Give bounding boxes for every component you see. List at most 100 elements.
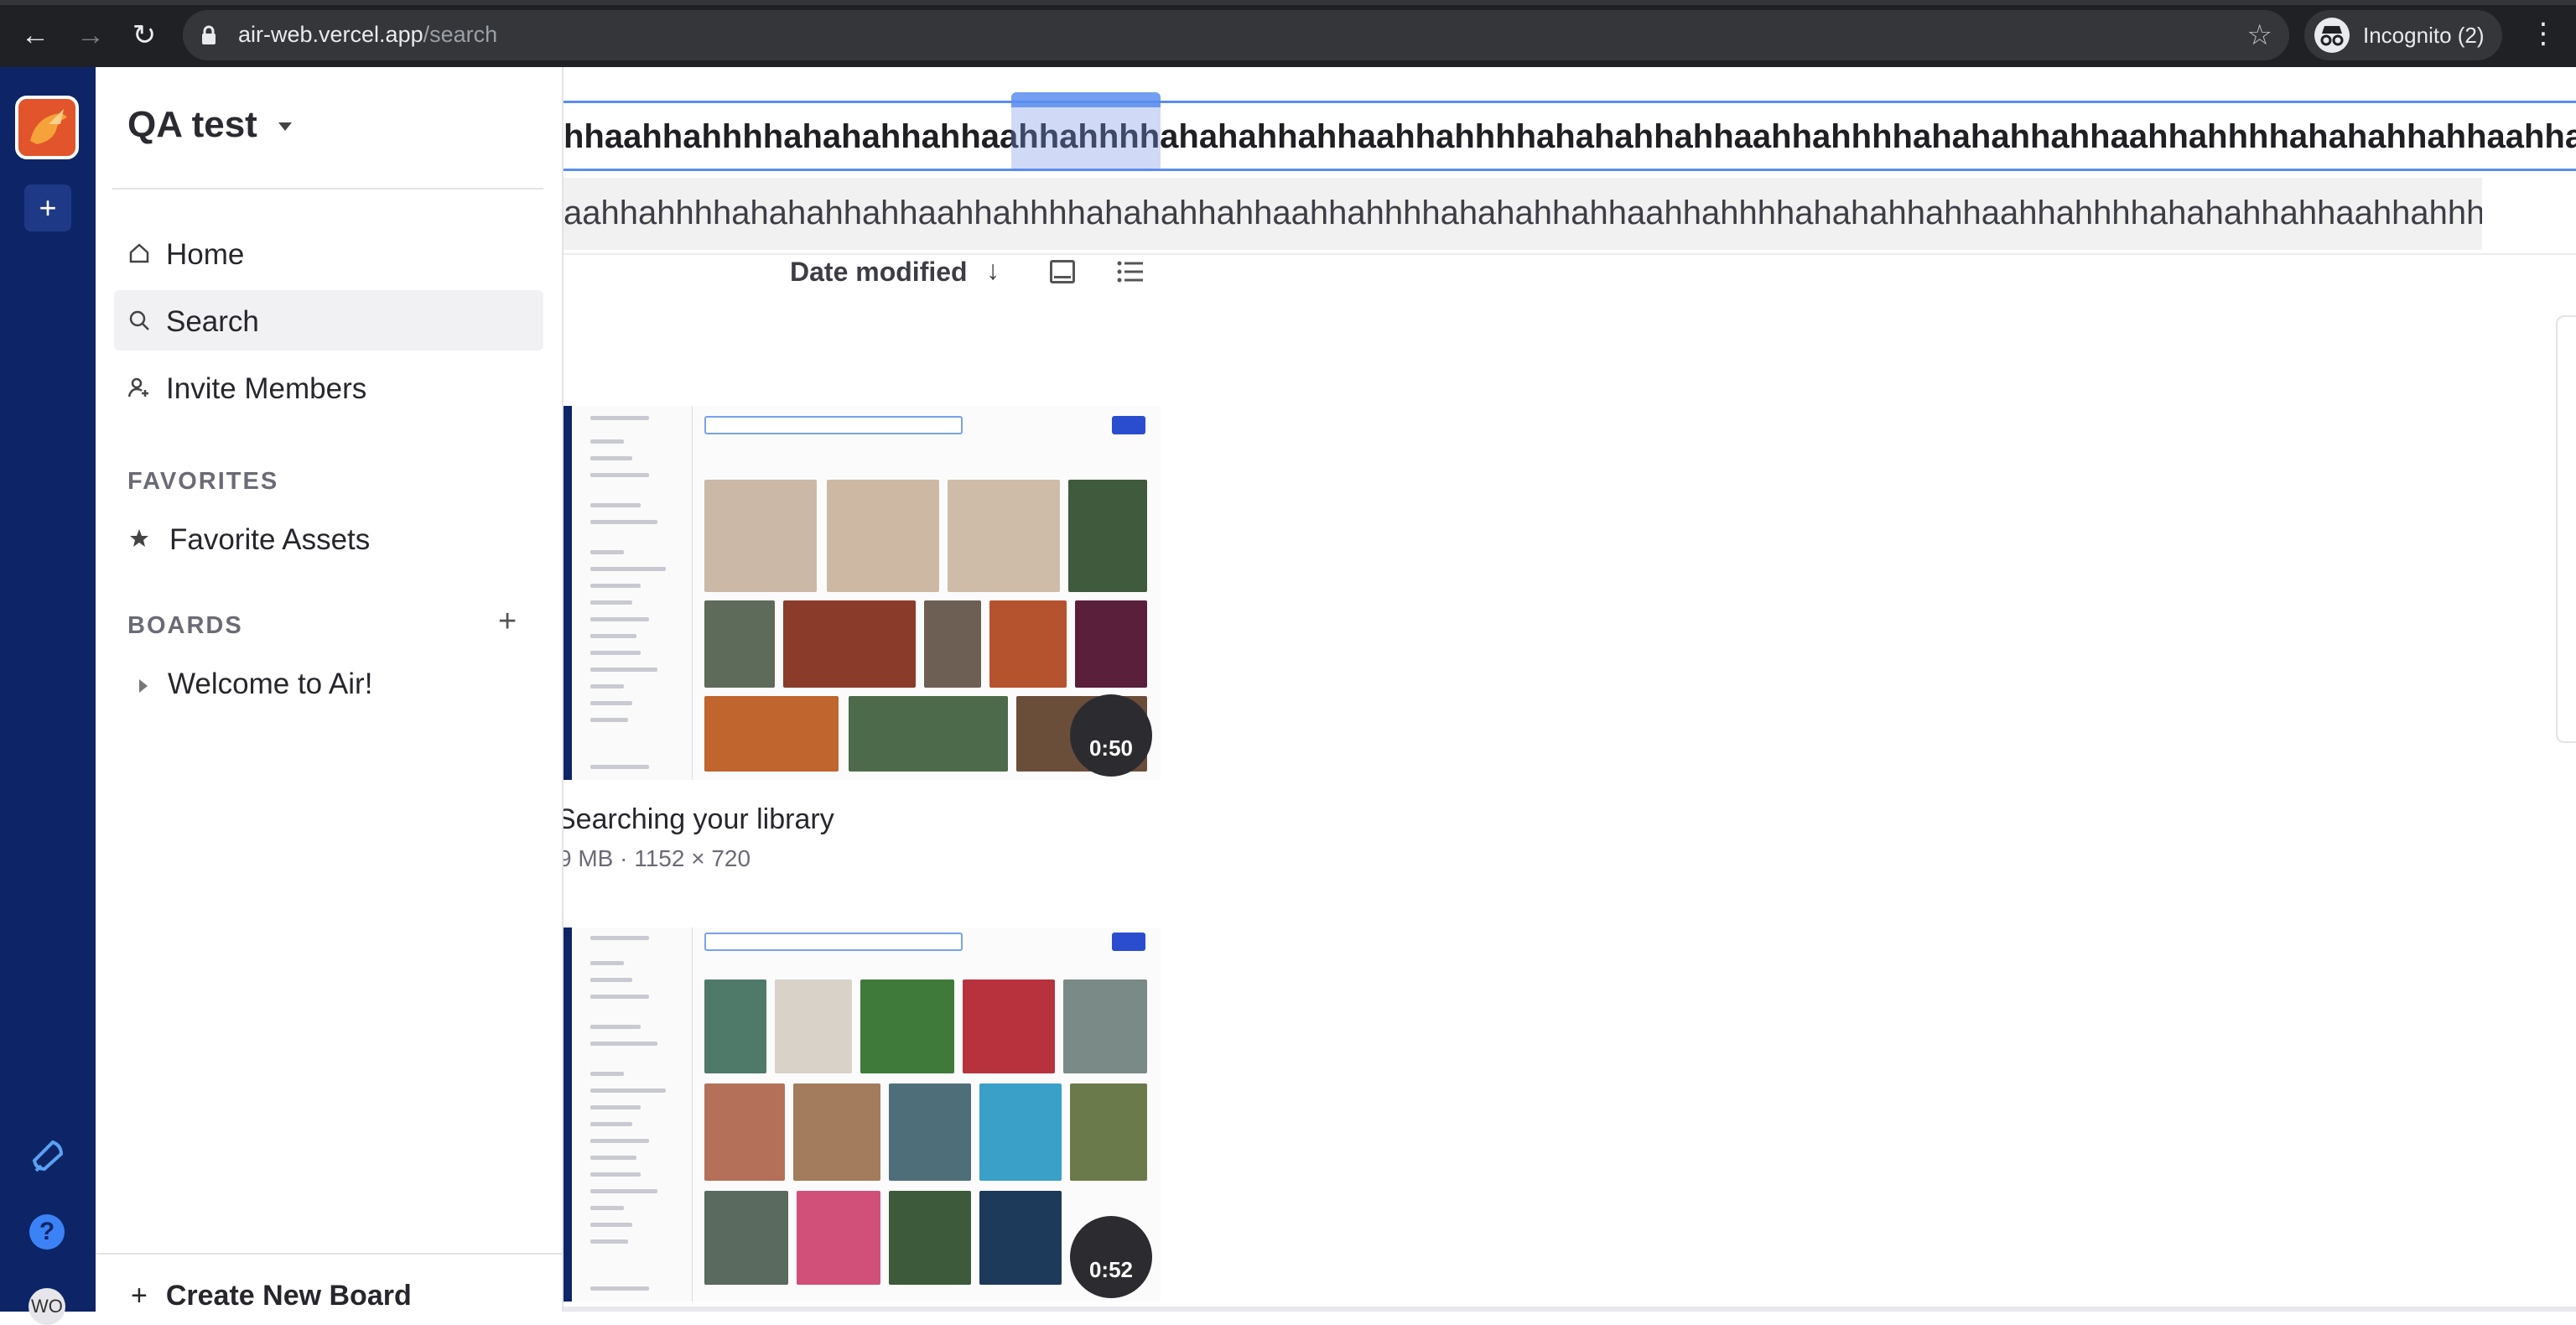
bookmark-star-icon[interactable]: ☆: [2247, 18, 2272, 52]
add-user-icon: [127, 377, 148, 398]
thumb-line: [590, 1105, 641, 1109]
asset-meta: 9 MB · 1152 × 720: [564, 845, 751, 871]
thumb-line: [590, 1206, 624, 1210]
thumb-line: [590, 1172, 641, 1177]
sidebar-item-label: Search: [166, 305, 259, 338]
sidebar-item-invite-members[interactable]: Invite Members: [114, 357, 543, 418]
duration-badge: 0:50: [1070, 694, 1152, 777]
incognito-label: Incognito (2): [2363, 23, 2485, 48]
horizontal-scrollbar[interactable]: [564, 1307, 2576, 1312]
divider: [96, 1253, 562, 1255]
add-board-icon[interactable]: +: [498, 604, 517, 640]
sort-dropdown[interactable]: Date modified: [790, 257, 968, 288]
thumb-line: [590, 765, 649, 769]
thumb-line: [590, 718, 628, 722]
thumbnail-search: [704, 933, 963, 951]
thumb-line: [590, 617, 649, 621]
thumb-tile: [948, 480, 1060, 592]
incognito-icon: [2314, 18, 2350, 53]
sidebar-item-label: Invite Members: [166, 372, 367, 405]
thumb-line: [590, 634, 636, 638]
thumb-line: [590, 1139, 649, 1143]
thumb-tile: [860, 979, 954, 1073]
search-query-text: hhaahhahhhhahahahhahhaahhahhhhahahahhahh…: [564, 118, 2576, 155]
asset-thumbnail[interactable]: 0:50: [564, 406, 1161, 780]
forward-button[interactable]: →: [72, 17, 109, 54]
thumb-tile: [1063, 979, 1147, 1073]
thumb-tile: [849, 696, 1008, 772]
plus-icon: +: [131, 1280, 148, 1312]
thumb-line: [590, 1122, 632, 1126]
thumb-line: [590, 1223, 632, 1227]
thumb-tile: [979, 1083, 1062, 1181]
create-board-label: Create New Board: [165, 1280, 412, 1312]
thumb-line: [590, 1239, 628, 1244]
thumb-line: [590, 456, 632, 460]
thumb-tile: [889, 1191, 971, 1285]
lock-icon: [202, 25, 216, 44]
thumb-tile: [889, 1083, 971, 1181]
thumb-line: [590, 439, 624, 444]
thumb-tile: [775, 979, 852, 1073]
divider: [112, 188, 543, 190]
incognito-profile-button[interactable]: Incognito (2): [2304, 10, 2502, 60]
announcements-icon[interactable]: [28, 1135, 66, 1174]
help-icon[interactable]: ?: [29, 1214, 65, 1250]
boards-header: BOARDS: [127, 612, 243, 639]
thumb-line: [590, 1042, 657, 1046]
thumb-line: [590, 961, 624, 965]
text-selection: [1011, 103, 1161, 169]
thumb-tile: [704, 600, 775, 688]
thumbnail-rail: [564, 406, 572, 780]
chevron-down-icon[interactable]: [278, 122, 292, 131]
sidebar-item-favorite-assets[interactable]: Favorite Assets: [114, 508, 543, 569]
back-button[interactable]: ←: [17, 17, 54, 54]
url-text: air-web.vercel.app/search: [238, 22, 498, 47]
thumb-line: [590, 1089, 666, 1093]
board-label: Welcome to Air!: [168, 668, 373, 700]
search-input[interactable]: hhaahhahhhhahahahhahhaahhahhhhahahahhahh…: [564, 101, 2576, 171]
thumb-tile: [704, 1083, 785, 1181]
workspace-name[interactable]: QA test: [127, 104, 257, 146]
gallery-view-icon[interactable]: [1050, 260, 1075, 283]
asset-title[interactable]: Searching your library: [564, 803, 834, 836]
list-view-icon[interactable]: [1117, 260, 1144, 283]
browser-menu-icon[interactable]: ⋮: [2529, 15, 2558, 52]
sidebar-item-label: Favorite Assets: [169, 523, 371, 556]
drag-indicator: [1011, 92, 1161, 107]
thumb-line: [590, 584, 641, 588]
side-panel-edge: [2556, 315, 2576, 743]
thumbnail-rail: [564, 928, 572, 1302]
thumb-tile: [704, 979, 766, 1073]
search-suggestion[interactable]: aahhahhhhahahahhahhaahhahhhhahahahhahhaa…: [564, 178, 2482, 250]
arrow-down-icon[interactable]: ↓: [986, 255, 1000, 286]
star-icon: [130, 529, 148, 547]
thumbnail-search: [704, 416, 963, 434]
thumb-line: [590, 1156, 636, 1160]
sidebar-item-search[interactable]: Search: [114, 290, 543, 351]
asset-thumbnail[interactable]: 0:52: [564, 928, 1161, 1302]
workspace-rail: + ? WO: [0, 67, 96, 1325]
workspace-logo[interactable]: [15, 96, 79, 159]
browser-toolbar: ← → ↻ air-web.vercel.app/search ☆ Incogn…: [0, 0, 2576, 67]
thumb-line: [590, 936, 649, 940]
thumb-line: [590, 416, 649, 420]
thumb-tile: [924, 600, 981, 688]
chevron-right-icon[interactable]: [139, 679, 148, 693]
thumb-line: [590, 1286, 649, 1291]
create-new-board-button[interactable]: + Create New Board: [131, 1280, 412, 1312]
thumb-tile: [793, 1083, 880, 1181]
thumb-line: [590, 701, 632, 705]
sidebar-item-home[interactable]: Home: [114, 223, 543, 283]
avatar[interactable]: WO: [29, 1288, 65, 1325]
address-bar[interactable]: air-web.vercel.app/search ☆: [183, 10, 2289, 60]
thumb-tile: [1075, 600, 1147, 688]
reload-button[interactable]: ↻: [126, 17, 163, 54]
add-workspace-button[interactable]: +: [24, 184, 71, 231]
thumbnail-sidebar: [572, 928, 693, 1302]
thumbnail-new-button: [1112, 416, 1145, 434]
thumb-tile: [989, 600, 1067, 688]
thumbnail-sidebar: [572, 406, 693, 780]
thumb-line: [590, 550, 624, 554]
thumb-tile: [783, 600, 916, 688]
